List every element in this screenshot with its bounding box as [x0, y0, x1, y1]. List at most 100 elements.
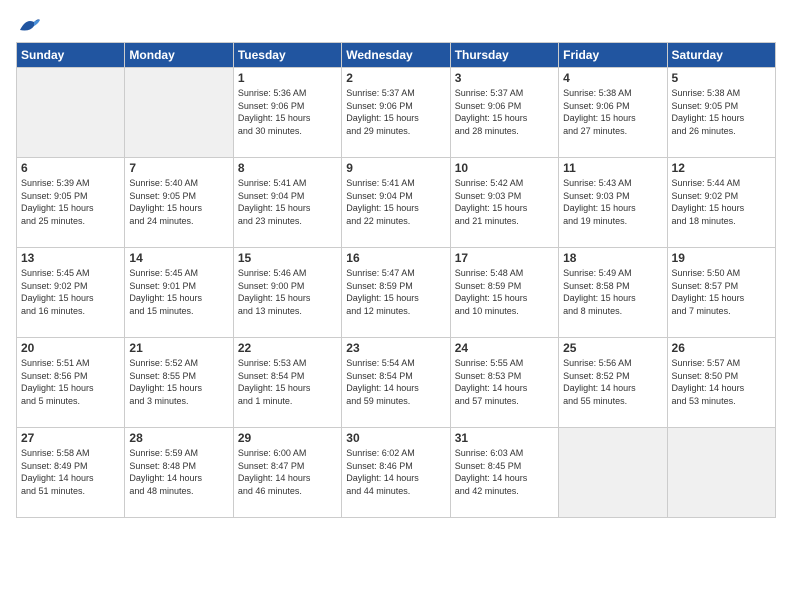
calendar-header-friday: Friday — [559, 43, 667, 68]
calendar-cell: 9 Sunrise: 5:41 AM Sunset: 9:04 PM Daylig… — [342, 158, 450, 248]
calendar-week-4: 20 Sunrise: 5:51 AM Sunset: 8:56 PM Dayli… — [17, 338, 776, 428]
calendar-cell: 16Sunrise: 5:47 AM Sunset: 8:59 PM Dayli… — [342, 248, 450, 338]
day-number: 26 — [672, 341, 771, 355]
calendar-cell: 8 Sunrise: 5:41 AM Sunset: 9:04 PM Daylig… — [233, 158, 341, 248]
calendar-cell — [125, 68, 233, 158]
calendar-cell: 18 Sunrise: 5:49 AM Sunset: 8:58 PM Dayli… — [559, 248, 667, 338]
calendar-cell: 7 Sunrise: 5:40 AM Sunset: 9:05 PM Daylig… — [125, 158, 233, 248]
day-info: Sunrise: 6:02 AM Sunset: 8:46 PM Dayligh… — [346, 447, 445, 497]
calendar-table: SundayMondayTuesdayWednesdayThursdayFrid… — [16, 42, 776, 518]
calendar-header-thursday: Thursday — [450, 43, 558, 68]
day-number: 16 — [346, 251, 445, 265]
calendar-cell: 6Sunrise: 5:39 AM Sunset: 9:05 PM Daylig… — [17, 158, 125, 248]
day-info: Sunrise: 5:52 AM Sunset: 8:55 PM Dayligh… — [129, 357, 228, 407]
day-info: Sunrise: 5:38 AM Sunset: 9:06 PM Dayligh… — [563, 87, 662, 137]
day-number: 19 — [672, 251, 771, 265]
day-number: 7 — [129, 161, 228, 175]
day-info: Sunrise: 5:49 AM Sunset: 8:58 PM Dayligh… — [563, 267, 662, 317]
day-number: 18 — [563, 251, 662, 265]
day-number: 13 — [21, 251, 120, 265]
day-info: Sunrise: 5:44 AM Sunset: 9:02 PM Dayligh… — [672, 177, 771, 227]
day-number: 24 — [455, 341, 554, 355]
calendar-cell: 27 Sunrise: 5:58 AM Sunset: 8:49 PM Dayli… — [17, 428, 125, 518]
calendar-cell: 17 Sunrise: 5:48 AM Sunset: 8:59 PM Dayli… — [450, 248, 558, 338]
day-number: 29 — [238, 431, 337, 445]
calendar-header-row: SundayMondayTuesdayWednesdayThursdayFrid… — [17, 43, 776, 68]
day-number: 8 — [238, 161, 337, 175]
logo — [16, 16, 42, 34]
day-info: Sunrise: 5:40 AM Sunset: 9:05 PM Dayligh… — [129, 177, 228, 227]
day-info: Sunrise: 5:43 AM Sunset: 9:03 PM Dayligh… — [563, 177, 662, 227]
calendar-cell: 25 Sunrise: 5:56 AM Sunset: 8:52 PM Dayli… — [559, 338, 667, 428]
day-number: 9 — [346, 161, 445, 175]
calendar-week-5: 27 Sunrise: 5:58 AM Sunset: 8:49 PM Dayli… — [17, 428, 776, 518]
calendar-header-tuesday: Tuesday — [233, 43, 341, 68]
calendar-cell: 2Sunrise: 5:37 AM Sunset: 9:06 PM Daylig… — [342, 68, 450, 158]
day-number: 25 — [563, 341, 662, 355]
day-number: 20 — [21, 341, 120, 355]
day-info: Sunrise: 5:57 AM Sunset: 8:50 PM Dayligh… — [672, 357, 771, 407]
logo-bird-icon — [18, 16, 42, 34]
day-number: 11 — [563, 161, 662, 175]
calendar-cell: 5Sunrise: 5:38 AM Sunset: 9:05 PM Daylig… — [667, 68, 775, 158]
calendar-cell: 10 Sunrise: 5:42 AM Sunset: 9:03 PM Dayli… — [450, 158, 558, 248]
day-number: 3 — [455, 71, 554, 85]
calendar-cell: 29 Sunrise: 6:00 AM Sunset: 8:47 PM Dayli… — [233, 428, 341, 518]
day-number: 22 — [238, 341, 337, 355]
calendar-body: 1 Sunrise: 5:36 AM Sunset: 9:06 PM Daylig… — [17, 68, 776, 518]
calendar-cell: 15Sunrise: 5:46 AM Sunset: 9:00 PM Dayli… — [233, 248, 341, 338]
day-number: 4 — [563, 71, 662, 85]
day-info: Sunrise: 5:46 AM Sunset: 9:00 PM Dayligh… — [238, 267, 337, 317]
calendar-cell: 24 Sunrise: 5:55 AM Sunset: 8:53 PM Dayli… — [450, 338, 558, 428]
day-info: Sunrise: 5:48 AM Sunset: 8:59 PM Dayligh… — [455, 267, 554, 317]
calendar-cell: 11 Sunrise: 5:43 AM Sunset: 9:03 PM Dayli… — [559, 158, 667, 248]
day-number: 14 — [129, 251, 228, 265]
calendar-header-wednesday: Wednesday — [342, 43, 450, 68]
day-info: Sunrise: 6:00 AM Sunset: 8:47 PM Dayligh… — [238, 447, 337, 497]
day-info: Sunrise: 5:36 AM Sunset: 9:06 PM Dayligh… — [238, 87, 337, 137]
day-info: Sunrise: 5:42 AM Sunset: 9:03 PM Dayligh… — [455, 177, 554, 227]
calendar-header-sunday: Sunday — [17, 43, 125, 68]
calendar-header-monday: Monday — [125, 43, 233, 68]
calendar-cell: 20 Sunrise: 5:51 AM Sunset: 8:56 PM Dayli… — [17, 338, 125, 428]
page-header — [16, 16, 776, 34]
calendar-cell — [667, 428, 775, 518]
day-number: 27 — [21, 431, 120, 445]
day-info: Sunrise: 5:59 AM Sunset: 8:48 PM Dayligh… — [129, 447, 228, 497]
day-info: Sunrise: 6:03 AM Sunset: 8:45 PM Dayligh… — [455, 447, 554, 497]
day-info: Sunrise: 5:41 AM Sunset: 9:04 PM Dayligh… — [346, 177, 445, 227]
day-info: Sunrise: 5:51 AM Sunset: 8:56 PM Dayligh… — [21, 357, 120, 407]
calendar-cell: 28Sunrise: 5:59 AM Sunset: 8:48 PM Dayli… — [125, 428, 233, 518]
calendar-cell: 14 Sunrise: 5:45 AM Sunset: 9:01 PM Dayli… — [125, 248, 233, 338]
day-info: Sunrise: 5:37 AM Sunset: 9:06 PM Dayligh… — [455, 87, 554, 137]
day-number: 17 — [455, 251, 554, 265]
calendar-cell — [559, 428, 667, 518]
day-info: Sunrise: 5:45 AM Sunset: 9:02 PM Dayligh… — [21, 267, 120, 317]
calendar-header-saturday: Saturday — [667, 43, 775, 68]
calendar-cell: 1 Sunrise: 5:36 AM Sunset: 9:06 PM Daylig… — [233, 68, 341, 158]
calendar-cell: 19 Sunrise: 5:50 AM Sunset: 8:57 PM Dayli… — [667, 248, 775, 338]
calendar-cell — [17, 68, 125, 158]
day-number: 12 — [672, 161, 771, 175]
calendar-cell: 21 Sunrise: 5:52 AM Sunset: 8:55 PM Dayli… — [125, 338, 233, 428]
day-number: 21 — [129, 341, 228, 355]
calendar-cell: 4 Sunrise: 5:38 AM Sunset: 9:06 PM Daylig… — [559, 68, 667, 158]
calendar-cell: 31Sunrise: 6:03 AM Sunset: 8:45 PM Dayli… — [450, 428, 558, 518]
day-info: Sunrise: 5:56 AM Sunset: 8:52 PM Dayligh… — [563, 357, 662, 407]
calendar-week-3: 13 Sunrise: 5:45 AM Sunset: 9:02 PM Dayli… — [17, 248, 776, 338]
day-number: 2 — [346, 71, 445, 85]
day-number: 1 — [238, 71, 337, 85]
calendar-cell: 30Sunrise: 6:02 AM Sunset: 8:46 PM Dayli… — [342, 428, 450, 518]
day-info: Sunrise: 5:53 AM Sunset: 8:54 PM Dayligh… — [238, 357, 337, 407]
calendar-cell: 23Sunrise: 5:54 AM Sunset: 8:54 PM Dayli… — [342, 338, 450, 428]
day-info: Sunrise: 5:58 AM Sunset: 8:49 PM Dayligh… — [21, 447, 120, 497]
day-info: Sunrise: 5:50 AM Sunset: 8:57 PM Dayligh… — [672, 267, 771, 317]
day-info: Sunrise: 5:55 AM Sunset: 8:53 PM Dayligh… — [455, 357, 554, 407]
day-number: 10 — [455, 161, 554, 175]
calendar-week-2: 6Sunrise: 5:39 AM Sunset: 9:05 PM Daylig… — [17, 158, 776, 248]
day-info: Sunrise: 5:39 AM Sunset: 9:05 PM Dayligh… — [21, 177, 120, 227]
day-info: Sunrise: 5:45 AM Sunset: 9:01 PM Dayligh… — [129, 267, 228, 317]
day-info: Sunrise: 5:38 AM Sunset: 9:05 PM Dayligh… — [672, 87, 771, 137]
day-info: Sunrise: 5:41 AM Sunset: 9:04 PM Dayligh… — [238, 177, 337, 227]
day-info: Sunrise: 5:54 AM Sunset: 8:54 PM Dayligh… — [346, 357, 445, 407]
